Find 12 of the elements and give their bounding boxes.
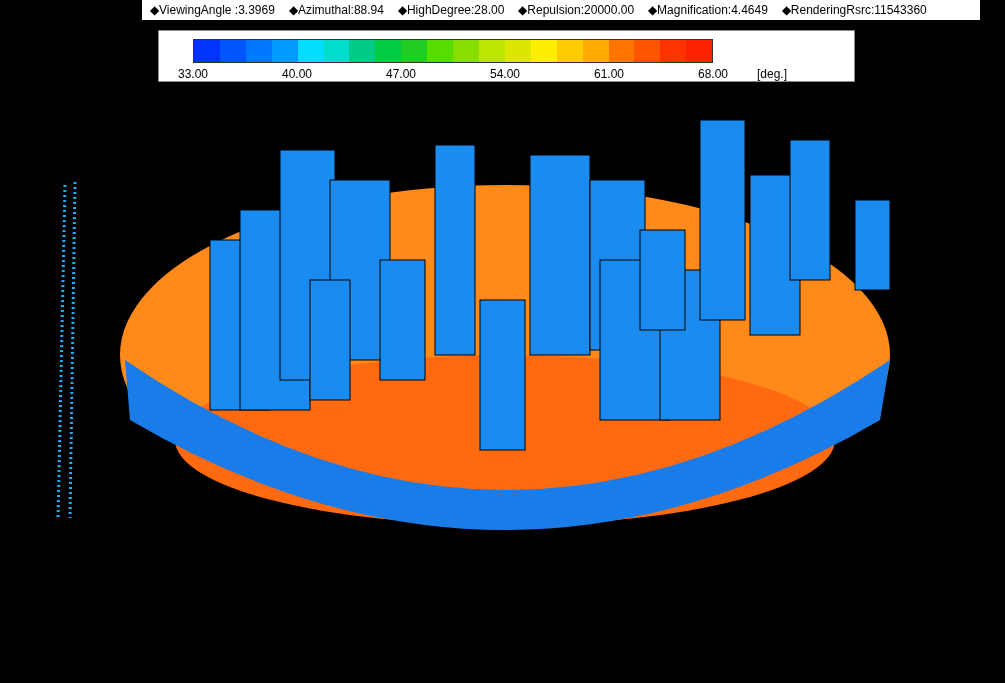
status-item: ◆Magnification:4.4649 bbox=[648, 3, 768, 17]
status-item: ◆ViewingAngle :3.3969 bbox=[150, 3, 275, 17]
tick-label: 61.00 bbox=[593, 67, 625, 81]
tick-label: 33.00 bbox=[177, 67, 209, 81]
status-item: ◆RenderingRsrc:11543360 bbox=[781, 3, 927, 17]
status-item: ◆Azimuthal:88.94 bbox=[288, 3, 384, 17]
tick-label: 47.00 bbox=[385, 67, 417, 81]
status-item: ◆HighDegree:28.00 bbox=[397, 3, 505, 17]
status-item: ◆Repulsion:20000.00 bbox=[518, 3, 635, 17]
unit-label: [deg.] bbox=[757, 67, 788, 81]
tick-label: 54.00 bbox=[489, 67, 521, 81]
tick-label: 40.00 bbox=[281, 67, 313, 81]
